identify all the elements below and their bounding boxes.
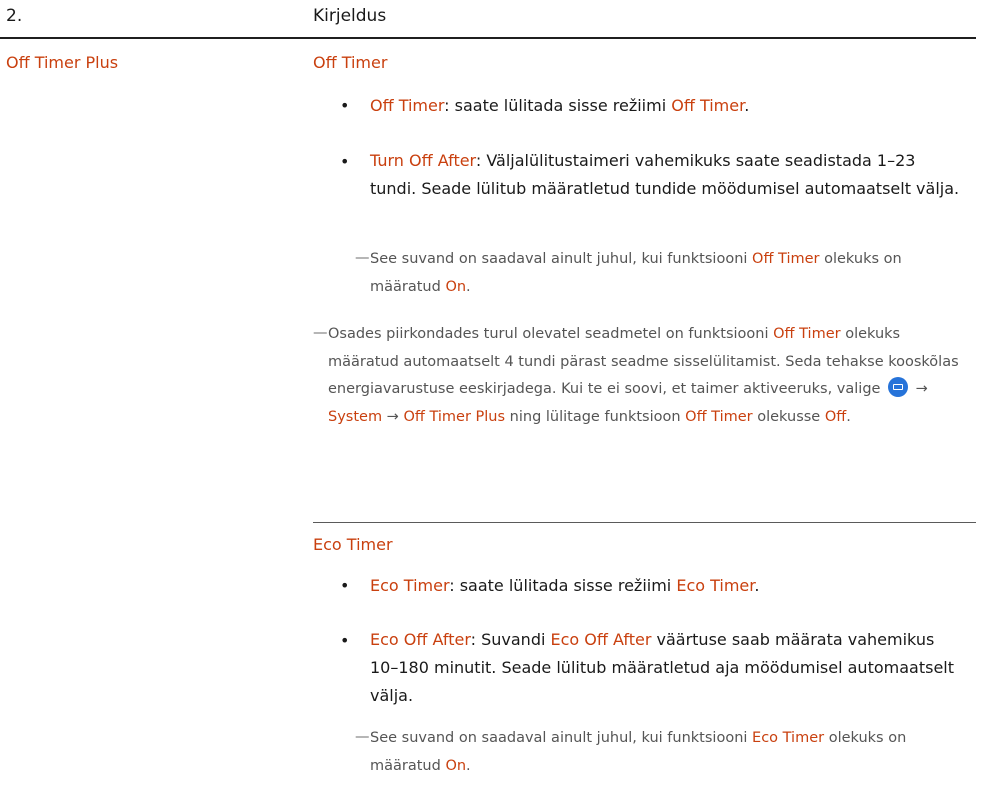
term: Eco Off After	[370, 630, 471, 649]
text: olekusse	[752, 408, 825, 425]
term: Off	[824, 408, 847, 425]
term: Off Timer	[671, 96, 745, 115]
text: .	[754, 576, 760, 595]
term: Off Timer	[685, 408, 753, 425]
term: On	[445, 279, 467, 295]
text: : saate lülitada sisse režiimi	[449, 576, 677, 595]
note-eco-timer-on: — See suvand on saadaval ainult juhul, k…	[355, 724, 955, 780]
section-title-eco-timer: Eco Timer	[313, 535, 393, 554]
text: .	[846, 408, 851, 425]
dash-icon: —	[355, 250, 370, 266]
term: On	[445, 758, 467, 774]
text: : saate lülitada sisse režiimi	[444, 96, 672, 115]
text: See suvand on saadaval ainult juhul, kui…	[370, 730, 753, 746]
menu-icon	[888, 377, 909, 398]
bullet-icon: •	[340, 96, 350, 115]
text: .	[466, 279, 471, 295]
term: Off Timer	[370, 96, 445, 115]
header-description: Kirjeldus	[313, 6, 387, 26]
term: Eco Timer	[370, 576, 450, 595]
note-regional-default: — Osades piirkondades turul olevatel sea…	[313, 321, 968, 431]
arrow: →	[911, 381, 928, 398]
bullet-icon: •	[340, 631, 350, 650]
arrow: →	[382, 408, 404, 425]
section-divider	[313, 522, 976, 523]
term: Eco Timer	[676, 576, 755, 595]
text: See suvand on saadaval ainult juhul, kui…	[370, 251, 753, 267]
bullet-icon: •	[340, 576, 350, 595]
header-rule	[0, 37, 976, 39]
list-item-off-timer: Off Timer: saate lülitada sisse režiimi …	[370, 91, 966, 120]
term: Off Timer	[752, 251, 820, 267]
term: Turn Off After	[370, 151, 476, 170]
text: .	[466, 758, 471, 774]
term: Off Timer	[773, 326, 841, 342]
text: .	[744, 96, 750, 115]
term: Eco Off After	[550, 630, 652, 649]
header-number: 2.	[6, 6, 23, 26]
term: Off Timer Plus	[403, 408, 506, 425]
list-item-eco-off-after: Eco Off After: Suvandi Eco Off After vää…	[370, 626, 966, 710]
dash-icon: —	[355, 729, 370, 745]
setting-name: Off Timer Plus	[6, 53, 119, 72]
text: ning lülitage funktsioon	[505, 408, 686, 425]
text: Osades piirkondades turul olevatel seadm…	[328, 326, 774, 342]
term: System	[328, 408, 383, 425]
list-item-eco-timer: Eco Timer: saate lülitada sisse režiimi …	[370, 571, 966, 600]
term: Eco Timer	[752, 730, 825, 746]
text: : Suvandi	[470, 630, 551, 649]
list-item-turn-off-after: Turn Off After: Väljalülitustaimeri vahe…	[370, 147, 966, 203]
dash-icon: —	[313, 325, 328, 341]
note-off-timer-on: — See suvand on saadaval ainult juhul, k…	[355, 245, 955, 301]
section-title-off-timer: Off Timer	[313, 53, 388, 72]
bullet-icon: •	[340, 152, 350, 171]
